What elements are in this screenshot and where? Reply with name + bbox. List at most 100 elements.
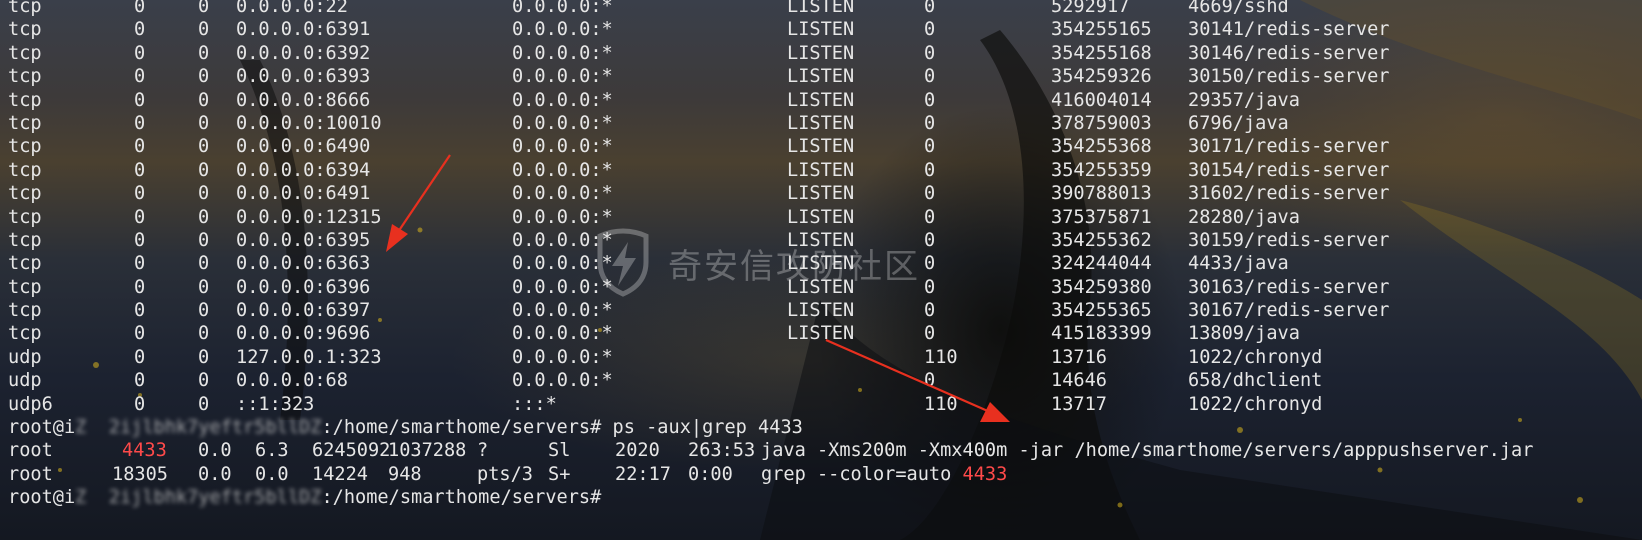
netstat-user: 0	[924, 206, 936, 228]
ps-command: java -Xms200m -Xmx400m -jar /home/smarth…	[761, 440, 1534, 462]
netstat-recvq: 0	[134, 276, 146, 298]
netstat-local: 0.0.0.0:9696	[236, 323, 371, 345]
netstat-recvq: 0	[134, 42, 146, 64]
netstat-state: LISTEN	[787, 183, 855, 205]
netstat-row: tcp 0 0 0.0.0.0:22 0.0.0.0:* LISTEN 0 5292917 46…	[8, 0, 1289, 18]
netstat-program: 4433/java	[1188, 253, 1289, 275]
netstat-sendq: 0	[198, 19, 210, 41]
netstat-state: LISTEN	[787, 42, 855, 64]
netstat-program: 30163/redis-server	[1188, 276, 1390, 298]
netstat-program: 13809/java	[1188, 323, 1300, 345]
netstat-inode: 354255165	[1051, 19, 1152, 41]
netstat-sendq: 0	[198, 276, 210, 298]
netstat-recvq: 0	[134, 0, 146, 17]
netstat-state: LISTEN	[787, 323, 855, 345]
netstat-sendq: 0	[198, 300, 210, 322]
netstat-row: tcp 0 0 0.0.0.0:6397 0.0.0.0:* LISTEN 0 3542553…	[8, 299, 1390, 322]
netstat-proto: tcp	[8, 0, 42, 17]
netstat-recvq: 0	[134, 229, 146, 251]
netstat-program: 28280/java	[1188, 206, 1300, 228]
cursor[interactable]	[601, 487, 612, 508]
ps-user: root	[8, 463, 53, 485]
netstat-state: LISTEN	[787, 136, 855, 158]
ps-rss: 948	[388, 463, 422, 485]
ps-tty: ?	[477, 440, 489, 462]
netstat-sendq: 0	[198, 370, 210, 392]
netstat-state: LISTEN	[787, 19, 855, 41]
netstat-row: tcp 0 0 0.0.0.0:6490 0.0.0.0:* LISTEN 0 3542553…	[8, 135, 1390, 158]
netstat-inode: 375375871	[1051, 206, 1152, 228]
netstat-sendq: 0	[198, 0, 210, 17]
netstat-row: tcp 0 0 0.0.0.0:10010 0.0.0.0:* LISTEN 0 378759…	[8, 112, 1289, 135]
netstat-sendq: 0	[198, 89, 210, 111]
netstat-foreign: 0.0.0.0:*	[512, 19, 613, 41]
terminal-output: tcp 0 0 0.0.0.0:22 0.0.0.0:* LISTEN 0 5292917 46…	[8, 0, 1533, 510]
netstat-foreign: 0.0.0.0:*	[512, 136, 613, 158]
netstat-recvq: 0	[134, 136, 146, 158]
netstat-recvq: 0	[134, 112, 146, 134]
netstat-state: LISTEN	[787, 300, 855, 322]
netstat-state: LISTEN	[787, 89, 855, 111]
netstat-foreign: 0.0.0.0:*	[512, 112, 613, 134]
netstat-user: 0	[924, 19, 936, 41]
netstat-recvq: 0	[134, 346, 146, 368]
netstat-proto: tcp	[8, 136, 42, 158]
prompt-path: :/home/smarthome/servers#	[321, 487, 602, 509]
netstat-sendq: 0	[198, 323, 210, 345]
netstat-local: 0.0.0.0:6397	[236, 300, 371, 322]
netstat-inode: 13716	[1051, 346, 1107, 368]
netstat-row: tcp 0 0 0.0.0.0:6395 0.0.0.0:* LISTEN 0 3542553…	[8, 229, 1390, 252]
prompt-user: root@i	[8, 487, 76, 509]
netstat-sendq: 0	[198, 42, 210, 64]
netstat-inode: 354255168	[1051, 42, 1152, 64]
netstat-recvq: 0	[134, 66, 146, 88]
netstat-sendq: 0	[198, 253, 210, 275]
netstat-user: 0	[924, 66, 936, 88]
netstat-program: 1022/chronyd	[1188, 393, 1323, 415]
netstat-local: 0.0.0.0:6490	[236, 136, 371, 158]
netstat-row: tcp 0 0 0.0.0.0:6391 0.0.0.0:* LISTEN 0 3542551…	[8, 18, 1390, 41]
netstat-program: 658/dhclient	[1188, 370, 1323, 392]
netstat-sendq: 0	[198, 206, 210, 228]
netstat-foreign: :::*	[512, 393, 557, 415]
netstat-user: 110	[924, 393, 958, 415]
netstat-recvq: 0	[134, 300, 146, 322]
netstat-local: 0.0.0.0:6363	[236, 253, 371, 275]
shell-prompt: root@iZ 2ijlbhk7yeftr5bllDZ:/home/smarth…	[8, 416, 803, 439]
netstat-inode: 13717	[1051, 393, 1107, 415]
netstat-proto: tcp	[8, 206, 42, 228]
netstat-row: tcp 0 0 0.0.0.0:6392 0.0.0.0:* LISTEN 0 3542551…	[8, 42, 1390, 65]
netstat-state: LISTEN	[787, 276, 855, 298]
netstat-recvq: 0	[134, 183, 146, 205]
netstat-local: ::1:323	[236, 393, 315, 415]
ps-mem: 6.3	[255, 440, 289, 462]
netstat-sendq: 0	[198, 229, 210, 251]
netstat-inode: 14646	[1051, 370, 1107, 392]
netstat-recvq: 0	[134, 393, 146, 415]
ps-rss: 1037288	[388, 440, 467, 462]
netstat-row: tcp 0 0 0.0.0.0:12315 0.0.0.0:* LISTEN 0 375375…	[8, 206, 1300, 229]
netstat-proto: tcp	[8, 112, 42, 134]
netstat-recvq: 0	[134, 159, 146, 181]
netstat-state: LISTEN	[787, 206, 855, 228]
netstat-row: tcp 0 0 0.0.0.0:6394 0.0.0.0:* LISTEN 0 3542553…	[8, 159, 1390, 182]
netstat-proto: tcp	[8, 159, 42, 181]
terminal-window[interactable]: 奇安信攻防社区 tcp 0 0 0.0.0.0:22 0.0.0.0:* LISTEN 0 5…	[0, 0, 1642, 540]
netstat-local: 0.0.0.0:6395	[236, 229, 371, 251]
ps-cpu: 0.0	[198, 463, 232, 485]
ps-mem: 0.0	[255, 463, 289, 485]
netstat-user: 0	[924, 253, 936, 275]
netstat-state: LISTEN	[787, 229, 855, 251]
netstat-state: LISTEN	[787, 0, 855, 17]
netstat-sendq: 0	[198, 136, 210, 158]
netstat-proto: tcp	[8, 229, 42, 251]
netstat-proto: tcp	[8, 276, 42, 298]
ps-tty: pts/3	[477, 463, 533, 485]
netstat-inode: 354255368	[1051, 136, 1152, 158]
netstat-row: tcp 0 0 0.0.0.0:9696 0.0.0.0:* LISTEN 0 4151833…	[8, 322, 1300, 345]
grep-command: grep --color=auto	[761, 463, 963, 485]
netstat-user: 0	[924, 89, 936, 111]
netstat-sendq: 0	[198, 112, 210, 134]
netstat-user: 0	[924, 229, 936, 251]
netstat-row: tcp 0 0 0.0.0.0:6491 0.0.0.0:* LISTEN 0 3907880…	[8, 182, 1390, 205]
